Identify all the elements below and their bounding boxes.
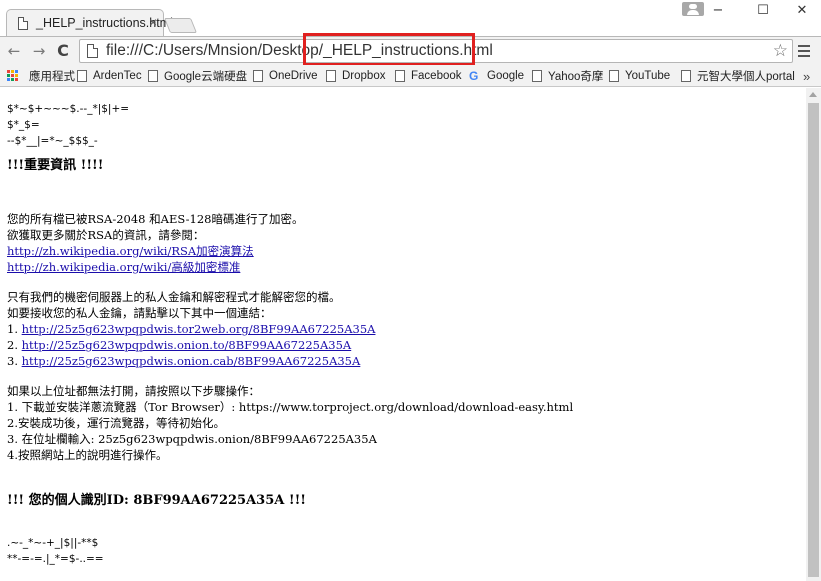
back-button[interactable]: ← bbox=[4, 41, 24, 61]
step-item: 4.按照網站上的說明進行操作。 bbox=[7, 448, 168, 462]
forward-button[interactable]: → bbox=[29, 41, 49, 61]
step-item: 3. 在位址欄輸入: 25z5g623wpqpdwis.onion/8BF99A… bbox=[7, 432, 377, 446]
body-text: 如要接收您的私人金鑰，請點擊以下其中一個連結： bbox=[7, 306, 272, 320]
page-icon bbox=[326, 70, 336, 82]
wiki-link-aes[interactable]: http://zh.wikipedia.org/wiki/高級加密標准 bbox=[7, 260, 240, 274]
bookmark-label: Yahoo奇摩 bbox=[548, 71, 604, 83]
ascii-art-line: .~-_*~-+_|$||-**$ bbox=[7, 537, 99, 549]
bookmark-ardentec[interactable]: ArdenTec bbox=[77, 67, 142, 85]
step-item: 1. 下載並安裝洋蔥流覽器（Tor Browser）: https://www.… bbox=[7, 400, 574, 414]
close-window-button[interactable]: ✕ bbox=[786, 0, 818, 22]
ascii-art-line: $*~$+~~~$.--_*|$|+= bbox=[7, 103, 130, 115]
maximize-button[interactable]: ☐ bbox=[747, 0, 779, 22]
page-icon bbox=[18, 17, 28, 30]
apps-grid-icon bbox=[7, 70, 19, 82]
page-icon bbox=[609, 70, 619, 82]
bookmark-yzu-portal[interactable]: 元智大學個人portal bbox=[681, 67, 795, 85]
bookmark-label: Facebook bbox=[411, 70, 462, 82]
onion-link-row: 2. http://25z5g623wpqpdwis.onion.to/8BF9… bbox=[7, 337, 806, 353]
new-tab-button[interactable] bbox=[163, 18, 198, 33]
profile-icon[interactable] bbox=[682, 2, 704, 16]
bookmark-label: Google bbox=[487, 70, 525, 82]
bookmark-label: OneDrive bbox=[269, 70, 318, 82]
list-number: 1. bbox=[7, 322, 18, 336]
important-heading: !!!重要資訊 !!!! bbox=[7, 158, 104, 173]
bookmark-star-icon[interactable]: ☆ bbox=[773, 41, 788, 61]
bookmark-onedrive[interactable]: OneDrive bbox=[253, 67, 318, 85]
onion-link-onion-cab[interactable]: http://25z5g623wpqpdwis.onion.cab/8BF99A… bbox=[22, 354, 361, 368]
title-bar: _HELP_instructions.html × − ☐ ✕ bbox=[0, 0, 821, 36]
bookmark-facebook[interactable]: Facebook bbox=[395, 67, 462, 85]
list-number: 2. bbox=[7, 338, 18, 352]
bookmark-label: Google云端硬盘 bbox=[164, 71, 248, 83]
menu-icon[interactable] bbox=[798, 43, 810, 57]
scrollbar-thumb[interactable] bbox=[808, 103, 819, 577]
bookmark-youtube[interactable]: YouTube bbox=[609, 67, 670, 85]
ascii-art-line: **-=-=.|_*=$-..== bbox=[7, 553, 104, 565]
page-icon bbox=[681, 70, 691, 82]
page-icon bbox=[148, 70, 158, 82]
annotation-highlight-box bbox=[303, 33, 475, 66]
vertical-scrollbar[interactable] bbox=[806, 88, 821, 581]
bookmark-google-drive[interactable]: Google云端硬盘 bbox=[148, 67, 247, 85]
ascii-art-line: --$*__|=*~_$$$_- bbox=[7, 135, 98, 147]
body-text: 如果以上位址都無法打開，請按照以下步驟操作： bbox=[7, 384, 260, 398]
body-text: 只有我們的機密伺服器上的私人金鑰和解密程式才能解密您的檔。 bbox=[7, 290, 341, 304]
bookmark-yahoo[interactable]: Yahoo奇摩 bbox=[532, 67, 603, 85]
bookmark-google[interactable]: G Google bbox=[469, 67, 524, 85]
step-item: 2.安裝成功後，運行流覽器，等待初始化。 bbox=[7, 416, 225, 430]
scroll-up-arrow-icon[interactable] bbox=[809, 92, 817, 97]
onion-link-row: 3. http://25z5g623wpqpdwis.onion.cab/8BF… bbox=[7, 353, 806, 369]
bookmark-label: 應用程式 bbox=[29, 71, 75, 83]
bookmark-label: 元智大學個人portal bbox=[697, 71, 795, 83]
onion-link-tor2web[interactable]: http://25z5g623wpqpdwis.tor2web.org/8BF9… bbox=[22, 322, 376, 336]
personal-id-heading: !!! 您的個人識別ID: 8BF99AA67225A35A !!! bbox=[7, 493, 306, 508]
page-content: $*~$+~~~$.--_*|$|+= $*_$= --$*__|=*~_$$$… bbox=[0, 88, 806, 581]
bookmark-label: ArdenTec bbox=[93, 70, 142, 82]
wiki-link-rsa[interactable]: http://zh.wikipedia.org/wiki/RSA加密演算法 bbox=[7, 244, 254, 258]
bookmark-label: YouTube bbox=[625, 70, 671, 82]
bookmark-apps[interactable]: 應用程式 bbox=[7, 67, 75, 85]
bookmark-dropbox[interactable]: Dropbox bbox=[326, 67, 385, 85]
bookmarks-bar: 應用程式 ArdenTec Google云端硬盘 OneDrive Dropbo… bbox=[0, 65, 821, 87]
page-icon bbox=[253, 70, 263, 82]
body-text: 欲獲取更多關於RSA的資訊，請參閱： bbox=[7, 228, 205, 242]
bookmark-label: Dropbox bbox=[342, 70, 386, 82]
bookmarks-overflow-chevron-icon[interactable]: » bbox=[803, 67, 810, 85]
ascii-art-line: $*_$= bbox=[7, 119, 40, 131]
onion-link-row: 1. http://25z5g623wpqpdwis.tor2web.org/8… bbox=[7, 321, 806, 337]
page-icon bbox=[532, 70, 542, 82]
body-text: 您的所有檔已被RSA-2048 和AES-128暗碼進行了加密。 bbox=[7, 212, 304, 226]
reload-button[interactable]: C bbox=[53, 41, 73, 61]
browser-tab[interactable]: _HELP_instructions.html × bbox=[6, 9, 173, 36]
minimize-button[interactable]: − bbox=[702, 0, 734, 22]
list-number: 3. bbox=[7, 354, 18, 368]
page-icon bbox=[395, 70, 405, 82]
page-icon bbox=[77, 70, 87, 82]
google-g-icon: G bbox=[469, 69, 479, 83]
page-icon bbox=[87, 44, 98, 58]
onion-link-onion-to[interactable]: http://25z5g623wpqpdwis.onion.to/8BF99AA… bbox=[22, 338, 352, 352]
tab-close-icon[interactable]: × bbox=[149, 14, 157, 30]
